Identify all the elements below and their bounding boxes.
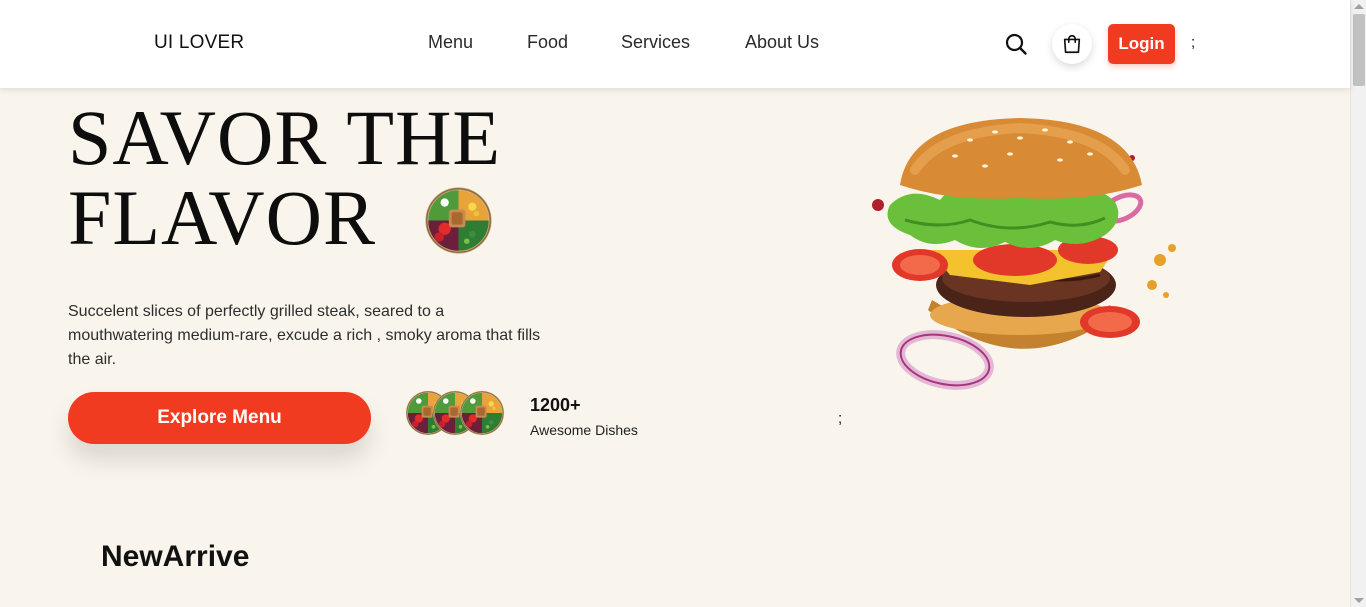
dishes-count: 1200+ [530,395,581,415]
scroll-down-icon[interactable] [1354,598,1364,603]
top-header: UI LOVER Menu Food Services About Us Log… [0,0,1350,88]
section-title-new-arrive: NewArrive [101,540,250,573]
login-button[interactable]: Login [1108,24,1175,64]
search-icon [1005,33,1027,55]
stray-semicolon: ; [838,410,843,427]
burger-image [872,118,1176,390]
page: UI LOVER Menu Food Services About Us Log… [0,0,1350,607]
vertical-scrollbar[interactable] [1350,0,1366,607]
nav-item-about-us[interactable]: About Us [745,32,819,53]
nav-item-food[interactable]: Food [527,32,568,53]
salad-bowl-image [424,186,493,255]
nav-item-services[interactable]: Services [621,32,690,53]
explore-menu-button[interactable]: Explore Menu [68,392,371,444]
hero-title-line-1: SAVOR THE [68,94,502,181]
dish-avatar [459,390,505,436]
nav-item-menu[interactable]: Menu [428,32,473,53]
scroll-up-icon[interactable] [1354,4,1364,9]
site-logo[interactable]: UI LOVER [154,32,244,54]
dishes-count-label: Awesome Dishes [530,422,638,438]
scroll-thumb[interactable] [1353,14,1365,86]
hero-description: Succelent slices of perfectly grilled st… [68,303,541,368]
shopping-bag-icon [1063,35,1081,54]
search-button[interactable] [1000,28,1032,60]
stray-semicolon: ; [1191,34,1196,51]
cart-button[interactable] [1052,24,1092,64]
